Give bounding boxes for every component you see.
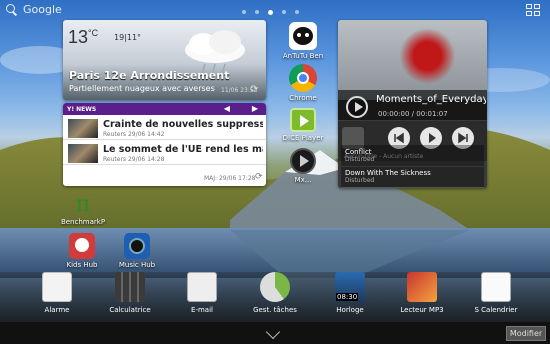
app-music-hub[interactable]: Music Hub (114, 233, 160, 269)
app-label: Kids Hub (66, 261, 98, 269)
google-label: Google (23, 3, 62, 16)
dock-label: Gest. tâches (253, 306, 297, 314)
weather-widget[interactable]: 13°C 19|11° Paris 12e Arrondissement Par… (63, 20, 266, 100)
clock-icon: 08:30 (335, 272, 365, 302)
app-antutu[interactable]: AnTuTu Ben (280, 22, 326, 60)
music-widget[interactable]: Moments_of_Everyday 00:00:00 / 00:01:07 … (338, 20, 487, 188)
play-button[interactable] (346, 96, 368, 118)
news-title: Le sommet de l'UE rend les marc... (103, 144, 263, 155)
song-time: 00:00:00 / 00:01:07 (378, 110, 448, 118)
mp3-player-icon (407, 272, 437, 302)
yahoo-icon: Y! (67, 105, 75, 113)
google-search[interactable]: Google (6, 3, 62, 16)
next-arrow-icon[interactable]: ▶ (252, 103, 258, 115)
album-art (338, 20, 487, 100)
dock-lecteur-mp3[interactable]: Lecteur MP3 (396, 272, 448, 314)
news-thumbnail (68, 119, 98, 138)
dock-horloge[interactable]: 08:30 Horloge (330, 272, 370, 314)
mx-player-icon (290, 148, 316, 174)
playlist-artist: Disturbed (345, 177, 375, 184)
song-title: Moments_of_Everyday (376, 94, 486, 105)
dock-label: S Calendrier (474, 306, 518, 314)
news-title: Crainte de nouvelles suppressio... (103, 119, 263, 130)
music-hub-icon (124, 233, 150, 259)
app-label: Chrome (289, 94, 317, 102)
home-screen: Google 13°C 19|11° Paris 12e Arrondissem… (0, 0, 550, 344)
weather-minmax: 19|11° (114, 33, 142, 42)
playlist-title: Conflict (345, 148, 372, 156)
dock-label: E-mail (191, 306, 213, 314)
news-item[interactable]: Crainte de nouvelles suppressio... Reute… (63, 115, 266, 140)
dock-alarme[interactable]: Alarme (35, 272, 79, 314)
news-thumbnail (68, 144, 98, 163)
edit-button[interactable]: Modifier (506, 326, 546, 341)
news-meta: Reuters 29/06 14:42 (103, 131, 165, 138)
weather-condition: Partiellement nuageux avec averses (69, 84, 215, 93)
pi-icon: π (75, 192, 91, 217)
weather-city: Paris 12e Arrondissement (69, 69, 230, 82)
app-benchmarkpi[interactable]: π BenchmarkP (60, 192, 106, 226)
email-icon (187, 272, 217, 302)
dock-label: Alarme (44, 306, 70, 314)
dock-calculatrice[interactable]: Calculatrice (104, 272, 156, 314)
refresh-icon[interactable]: ⟳ (250, 84, 258, 95)
playlist-item[interactable]: Down With The Sickness Disturbed (341, 166, 484, 188)
dock-email[interactable]: E-mail (182, 272, 222, 314)
app-label: BenchmarkP (60, 218, 106, 226)
dice-player-icon (290, 108, 316, 132)
page-dot (255, 10, 259, 14)
news-item[interactable]: Le sommet de l'UE rend les marc... Reute… (63, 140, 266, 165)
app-label: DICE Player (282, 134, 324, 142)
dock-label: Lecteur MP3 (400, 306, 444, 314)
page-dot (242, 10, 246, 14)
search-icon (6, 4, 17, 15)
dock-s-calendrier[interactable]: S Calendrier (472, 272, 520, 314)
calculator-icon (115, 272, 145, 302)
app-label: Music Hub (118, 261, 156, 269)
calendar-icon (481, 272, 511, 302)
app-kids-hub[interactable]: Kids Hub (59, 233, 105, 269)
refresh-icon[interactable]: ⟳ (255, 172, 263, 182)
dock-label: Calculatrice (109, 306, 151, 314)
page-dot (282, 10, 286, 14)
page-indicator (242, 9, 299, 15)
dock-label: Horloge (336, 306, 364, 314)
task-manager-icon (260, 272, 290, 302)
news-header: Y! NEWS ◀ ▶ (63, 103, 266, 115)
dock-gest-taches[interactable]: Gest. tâches (250, 272, 300, 314)
app-chrome[interactable]: Chrome (280, 64, 326, 102)
news-header-label: NEWS (76, 105, 97, 113)
antutu-icon (289, 22, 317, 50)
dock: Alarme Calculatrice E-mail Gest. tâches … (0, 272, 550, 322)
playlist-artist: Disturbed (345, 156, 375, 163)
app-label: AnTuTu Ben (282, 52, 324, 60)
alarm-icon (42, 272, 72, 302)
apps-grid-icon[interactable] (526, 4, 540, 16)
chrome-icon (289, 64, 317, 92)
news-updated: MAJ: 29/06 17:28 (204, 175, 256, 182)
playlist-title: Down With The Sickness (345, 169, 431, 177)
weather-temperature: 13°C (68, 27, 99, 47)
news-widget[interactable]: Y! NEWS ◀ ▶ Crainte de nouvelles suppres… (63, 103, 266, 186)
app-mx-player[interactable]: Mx... (280, 148, 326, 184)
news-meta: Reuters 29/06 14:28 (103, 156, 165, 163)
app-label: Mx... (294, 176, 312, 184)
page-dot-active (268, 9, 273, 15)
clock-time: 08:30 (336, 293, 359, 301)
prev-arrow-icon[interactable]: ◀ (224, 103, 230, 115)
kids-hub-icon (69, 233, 95, 259)
playlist-item[interactable]: Conflict Disturbed (341, 145, 484, 167)
app-dice-player[interactable]: DICE Player (280, 108, 326, 142)
page-dot (295, 10, 299, 14)
